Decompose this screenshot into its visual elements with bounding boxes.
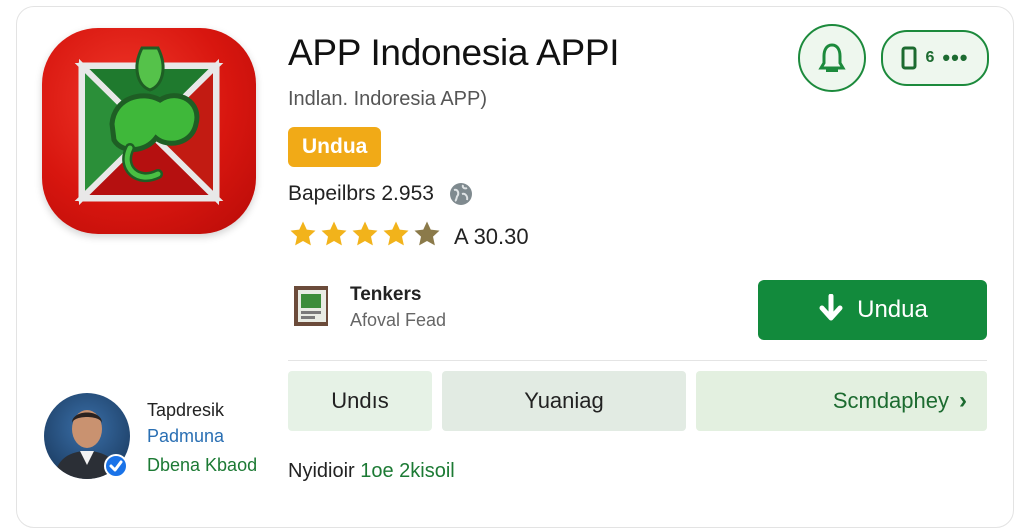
app-subtitle: Indlan. Indoresia APP): [288, 88, 488, 110]
star-half-icon: [414, 221, 440, 246]
developer-subtitle: Afoval Fead: [350, 310, 447, 330]
tab-second[interactable]: Yuaniag: [442, 371, 686, 431]
star-icon: [383, 221, 409, 246]
phone-icon: [901, 46, 917, 70]
section-divider: [288, 360, 987, 361]
globe-icon[interactable]: [448, 181, 474, 207]
verified-badge-icon: [104, 454, 128, 478]
chevron-right-icon: ›: [959, 387, 967, 414]
ellipsis-icon: •••: [942, 45, 969, 70]
footer-label: Nyidioir: [288, 460, 355, 482]
star-icon: [352, 221, 378, 246]
tab-third[interactable]: Scmdaphey ›: [696, 371, 987, 431]
install-label: Undua: [857, 296, 928, 323]
star-icon: [321, 221, 347, 246]
install-button[interactable]: Undua: [758, 280, 987, 340]
tab-third-label: Scmdaphey: [832, 388, 949, 413]
category-badge[interactable]: Undua: [288, 127, 382, 167]
developer-name[interactable]: Tenkers: [350, 284, 421, 306]
download-icon: [819, 294, 843, 321]
bell-icon: [818, 43, 846, 72]
notification-button[interactable]: [798, 24, 866, 92]
developer-logo-icon: [294, 286, 328, 326]
author-org: Dbena Kbaod: [147, 455, 258, 475]
rating-value: A 30.30: [454, 224, 529, 249]
footer-info: Nyidioir 1oe 2kisoil: [288, 460, 455, 483]
star-rating: [288, 219, 443, 251]
author-name[interactable]: Tapdresik: [147, 400, 224, 421]
footer-value: 1oe 2kisoil: [360, 460, 455, 482]
tab-first[interactable]: Undıs: [288, 371, 432, 431]
more-count: 6: [925, 49, 935, 66]
author-role: Padmuna: [147, 426, 225, 446]
app-logo-icon: [42, 28, 256, 234]
star-icon: [290, 221, 316, 246]
more-options-button[interactable]: 6 •••: [881, 30, 989, 86]
download-count: Bapeilbrs 2.953: [288, 182, 434, 205]
app-title: APP Indonesia APPI: [288, 32, 620, 73]
